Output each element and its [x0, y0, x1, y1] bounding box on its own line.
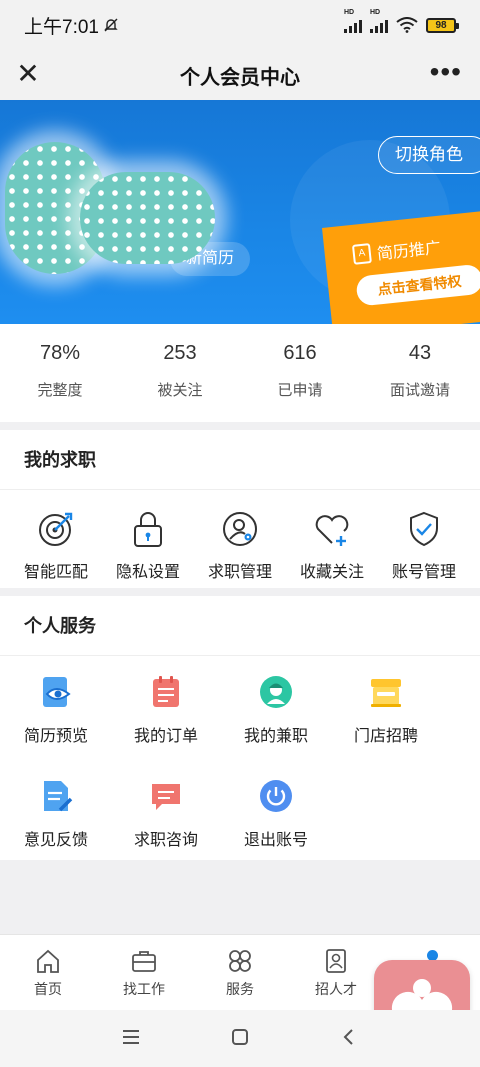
avatar-placeholder-2 [80, 172, 215, 264]
briefcase-icon [132, 951, 156, 972]
status-time: 上午7:01 [24, 12, 119, 39]
feedback-icon [44, 781, 73, 812]
my-orders-button[interactable]: 我的订单 [112, 674, 220, 778]
privacy-settings-button[interactable]: 隐私设置 [102, 510, 194, 582]
resume-promo-card[interactable]: A 简历推广 点击查看特权 [322, 210, 480, 324]
user-gear-icon [223, 512, 257, 546]
section-title-service: 个人服务 [0, 596, 480, 656]
worker-icon [260, 676, 292, 708]
lock-icon [134, 512, 162, 547]
store-recruit-button[interactable]: 门店招聘 [332, 674, 440, 778]
menu-icon[interactable] [122, 1028, 140, 1046]
chat-icon [152, 784, 180, 810]
system-navigation-bar [0, 1010, 480, 1067]
status-bar: 上午7:01 HD HD 98 [0, 0, 480, 50]
services-icon [229, 950, 251, 972]
job-section: 我的求职 智能匹配 隐私设置 求职管理 收藏关注 账号管理 [0, 430, 480, 588]
target-icon [39, 512, 73, 546]
page-title: 个人会员中心 [180, 66, 300, 89]
stat-completeness[interactable]: 78% 完整度 [0, 324, 120, 422]
tab-services[interactable]: 服务 [192, 935, 288, 1010]
store-icon [371, 679, 401, 707]
recruit-icon [326, 949, 346, 973]
wifi-icon [396, 17, 418, 33]
heart-plus-icon [315, 515, 349, 546]
service-section: 个人服务 简历预览 我的订单 我的兼职 门店招聘 意见反馈 求职咨询 退出账号 [0, 596, 480, 860]
stat-followed[interactable]: 253 被关注 [120, 324, 240, 422]
my-parttime-button[interactable]: 我的兼职 [222, 674, 330, 778]
promo-title: 简历推广 [376, 239, 442, 264]
tab-recruit[interactable]: 招人才 [288, 935, 384, 1010]
close-button[interactable]: ✕ [12, 59, 44, 91]
account-management-button[interactable]: 账号管理 [378, 510, 470, 582]
mute-bell-icon [104, 18, 118, 32]
home-icon [37, 949, 59, 973]
switch-role-button[interactable]: 切换角色 [378, 136, 480, 174]
section-title-job: 我的求职 [0, 430, 480, 490]
smart-match-button[interactable]: 智能匹配 [10, 510, 102, 582]
order-icon [153, 676, 179, 707]
profile-banner: 新简历 切换角色 A 简历推广 点击查看特权 [0, 100, 480, 324]
battery-icon: 98 [426, 17, 459, 33]
job-management-button[interactable]: 求职管理 [194, 510, 286, 582]
signal-icon-2: HD [370, 9, 388, 33]
job-consult-button[interactable]: 求职咨询 [112, 778, 220, 882]
logout-button[interactable]: 退出账号 [222, 778, 330, 882]
stat-applied[interactable]: 616 已申请 [240, 324, 360, 422]
home-square-icon[interactable] [231, 1028, 249, 1046]
view-privileges-button[interactable]: 点击查看特权 [355, 263, 480, 307]
feedback-button[interactable]: 意见反馈 [2, 778, 110, 882]
back-icon[interactable] [340, 1028, 358, 1046]
resume-eye-icon [43, 677, 71, 707]
title-bar: ✕ 个人会员中心 ••• [0, 50, 480, 100]
clock-text: 上午7:01 [24, 16, 99, 38]
tab-find-job[interactable]: 找工作 [96, 935, 192, 1010]
resume-promo-icon: A [351, 243, 372, 265]
stats-bar: 78% 完整度 253 被关注 616 已申请 43 面试邀请 [0, 324, 480, 422]
power-icon [260, 780, 292, 812]
tab-home[interactable]: 首页 [0, 935, 96, 1010]
shield-check-icon [410, 511, 438, 547]
signal-icon: HD [344, 9, 362, 33]
resume-preview-button[interactable]: 简历预览 [2, 674, 110, 778]
stat-interviews[interactable]: 43 面试邀请 [360, 324, 480, 422]
favorites-button[interactable]: 收藏关注 [286, 510, 378, 582]
more-options-button[interactable]: ••• [430, 58, 462, 86]
